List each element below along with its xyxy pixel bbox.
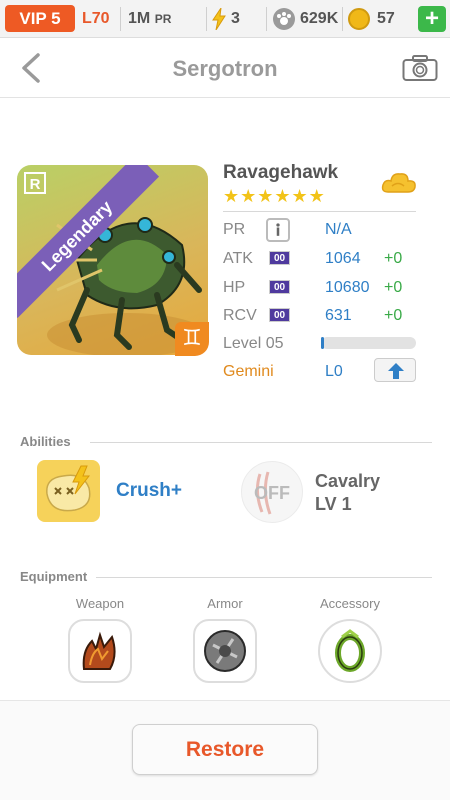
level-progress-fill [321, 337, 324, 349]
coin-icon [348, 8, 370, 30]
ring-accessory-icon [335, 629, 365, 672]
atk-bonus: +0 [384, 250, 403, 267]
armor-label: Armor [207, 596, 243, 611]
ability-crush-label[interactable]: Crush+ [116, 480, 182, 502]
ability-cavalry-level: LV 1 [315, 494, 352, 514]
page-title: Sergotron [172, 56, 278, 81]
rcv-badge: 00 [269, 308, 290, 322]
sign-label: Gemini [223, 363, 274, 380]
restore-button[interactable]: Restore [132, 724, 318, 775]
pr-label: PR [223, 221, 246, 238]
status-bar: VIP 5 L70 1M PR 3 629K 57 + [0, 0, 450, 38]
status-divider [206, 7, 207, 31]
atk-label: ATK [223, 250, 253, 267]
camera-icon[interactable] [402, 54, 438, 82]
accessory-slot[interactable] [318, 619, 382, 683]
arrow-up-icon [388, 363, 404, 379]
ability-cavalry-label[interactable]: Cavalry LV 1 [315, 470, 380, 516]
creature-detail-screen: VIP 5 L70 1M PR 3 629K 57 + Sergotron Le… [0, 0, 450, 800]
ability-off-state: OFF [254, 483, 290, 503]
power-unit: PR [154, 12, 172, 26]
atk-badge: 00 [269, 251, 290, 265]
cloud-icon [381, 173, 416, 193]
armor-slot[interactable] [193, 619, 257, 683]
add-currency-button[interactable]: + [418, 6, 446, 32]
weapon-slot[interactable] [68, 619, 132, 683]
vip-badge[interactable]: VIP 5 [5, 5, 75, 32]
status-divider [120, 7, 121, 31]
hp-badge: 00 [269, 280, 290, 294]
info-icon[interactable] [266, 218, 290, 242]
abilities-divider [90, 442, 432, 443]
svg-text:R: R [30, 176, 41, 193]
rarity-r-icon: R [24, 172, 46, 194]
creature-name: Ravagehawk [223, 162, 339, 183]
crush-ability-icon[interactable] [37, 460, 100, 522]
paw-icon [273, 8, 295, 30]
hp-label: HP [223, 279, 246, 296]
equipment-divider [96, 577, 432, 578]
weapon-label: Weapon [75, 596, 125, 611]
energy-count: 3 [231, 10, 240, 27]
claw-weapon-icon [82, 631, 116, 670]
atk-value: 1064 [325, 250, 361, 267]
ability-cavalry-name: Cavalry [315, 471, 381, 491]
page-header: Sergotron [0, 38, 450, 98]
stats-divider [223, 211, 416, 212]
hp-bonus: +0 [384, 279, 403, 296]
accessory-label: Accessory [320, 596, 380, 611]
lightning-icon [212, 8, 226, 30]
shield-armor-icon [204, 630, 246, 672]
coin-count: 57 [377, 10, 395, 27]
player-level: L70 [82, 10, 110, 27]
chevron-left-icon[interactable] [18, 52, 44, 84]
rcv-value: 631 [325, 307, 352, 324]
hp-value: 10680 [325, 279, 370, 296]
level-progress-bar [321, 337, 416, 349]
status-divider [342, 7, 343, 31]
level-label: Level 05 [223, 335, 284, 352]
player-power: 1M PR [128, 9, 171, 29]
star-rating: ★★★★★★ [223, 186, 326, 207]
paw-currency: 629K [300, 10, 339, 27]
sign-upgrade-button[interactable] [374, 358, 416, 382]
equipment-heading: Equipment [20, 569, 88, 584]
power-value: 1M [128, 10, 151, 27]
status-divider [266, 7, 267, 31]
sign-level: L0 [325, 363, 343, 380]
gemini-icon: ♊ [175, 322, 209, 356]
abilities-heading: Abilities [20, 434, 71, 449]
rcv-label: RCV [223, 307, 257, 324]
pr-value: N/A [325, 221, 352, 238]
rcv-bonus: +0 [384, 307, 403, 324]
